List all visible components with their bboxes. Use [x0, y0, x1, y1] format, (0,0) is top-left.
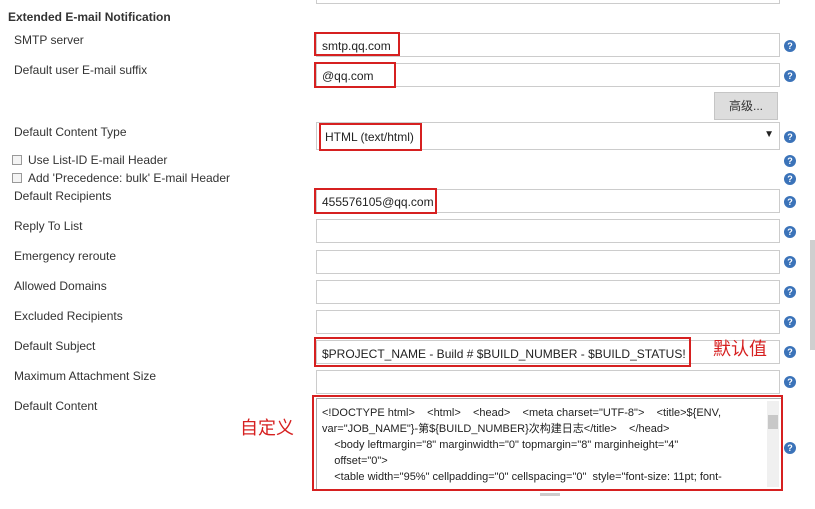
help-icon[interactable]: ? — [784, 70, 796, 82]
list-id-label: Use List-ID E-mail Header — [28, 153, 168, 167]
reply-to-label: Reply To List — [14, 219, 83, 233]
allowed-domains-input[interactable] — [316, 280, 780, 304]
highlight-smtp — [314, 32, 400, 56]
max-attachment-input[interactable] — [316, 370, 780, 394]
highlight-content — [312, 395, 783, 491]
help-icon[interactable]: ? — [784, 256, 796, 268]
max-attach-label: Maximum Attachment Size — [14, 369, 157, 383]
allowed-domains-label: Allowed Domains — [14, 279, 107, 293]
section-title: Extended E-mail Notification — [8, 10, 171, 24]
help-icon[interactable]: ? — [784, 226, 796, 238]
highlight-content-type — [319, 123, 422, 151]
precedence-label: Add 'Precedence: bulk' E-mail Header — [28, 171, 231, 185]
page-scrollbar[interactable] — [810, 240, 815, 350]
resize-handle[interactable] — [540, 493, 560, 496]
smtp-label: SMTP server — [14, 33, 84, 47]
help-icon[interactable]: ? — [784, 346, 796, 358]
excluded-label: Excluded Recipients — [14, 309, 123, 323]
default-value-annotation: 默认值 — [713, 339, 767, 359]
excluded-recipients-input[interactable] — [316, 310, 780, 334]
custom-annotation: 自定义 — [240, 418, 294, 438]
help-icon[interactable]: ? — [784, 131, 796, 143]
help-icon[interactable]: ? — [784, 196, 796, 208]
help-icon[interactable]: ? — [784, 155, 796, 167]
highlight-recipients — [314, 188, 437, 214]
chevron-down-icon: ▼ — [764, 129, 774, 140]
reply-to-input[interactable] — [316, 219, 780, 243]
previous-field-bottom — [316, 0, 780, 4]
list-id-checkbox[interactable] — [12, 155, 22, 165]
precedence-checkbox[interactable] — [12, 173, 22, 183]
help-icon[interactable]: ? — [784, 442, 796, 454]
content-label: Default Content — [14, 399, 98, 413]
help-icon[interactable]: ? — [784, 376, 796, 388]
emergency-label: Emergency reroute — [14, 249, 117, 263]
help-icon[interactable]: ? — [784, 40, 796, 52]
help-icon[interactable]: ? — [784, 286, 796, 298]
advanced-button[interactable]: 高级... — [714, 92, 778, 120]
help-icon[interactable]: ? — [784, 173, 796, 185]
help-icon[interactable]: ? — [784, 316, 796, 328]
suffix-label: Default user E-mail suffix — [14, 63, 148, 77]
highlight-subject — [314, 337, 691, 367]
emergency-reroute-input[interactable] — [316, 250, 780, 274]
recipients-label: Default Recipients — [14, 189, 112, 203]
highlight-suffix — [314, 62, 396, 88]
subject-label: Default Subject — [14, 339, 96, 353]
content-type-label: Default Content Type — [14, 125, 127, 139]
